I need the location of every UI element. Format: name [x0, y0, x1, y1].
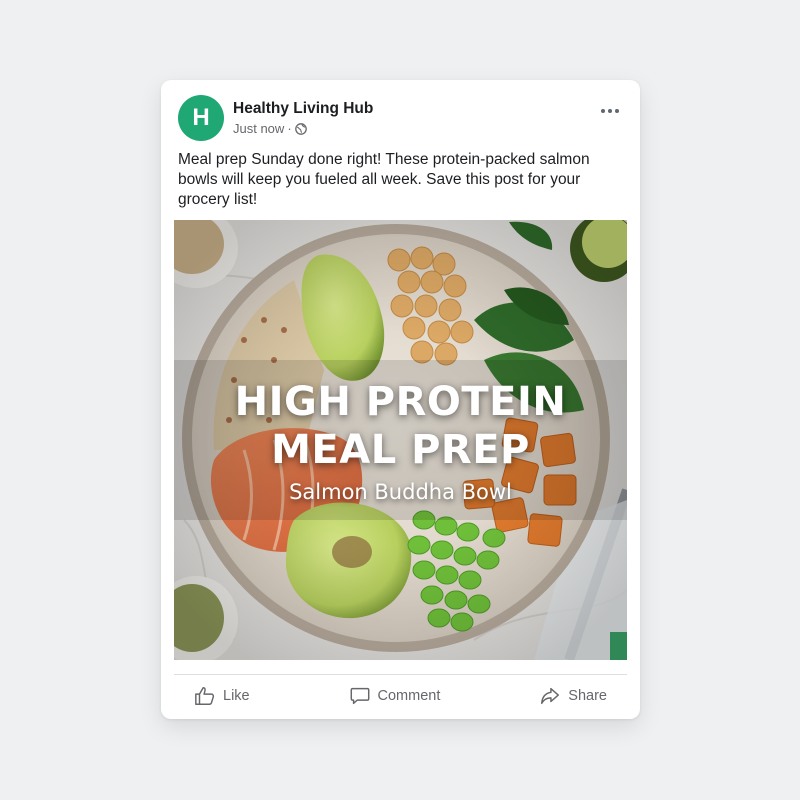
more-dots-icon	[601, 109, 605, 113]
avatar[interactable]: H	[178, 95, 224, 141]
thumbs-up-icon	[195, 687, 215, 705]
like-button[interactable]: Like	[174, 679, 270, 713]
post-image[interactable]: HIGH PROTEIN MEAL PREP Salmon Buddha Bow…	[174, 220, 627, 660]
page-name[interactable]: Healthy Living Hub	[233, 100, 373, 118]
like-label: Like	[223, 688, 250, 704]
post-actions: Like Comment Share	[174, 676, 627, 716]
meta-separator: ·	[287, 121, 292, 136]
globe-icon	[294, 122, 307, 135]
comment-button[interactable]: Comment	[329, 679, 461, 713]
post-caption: Meal prep Sunday done right! These prote…	[178, 151, 590, 208]
share-arrow-icon	[541, 687, 560, 705]
share-button[interactable]: Share	[519, 679, 627, 713]
comment-icon	[350, 687, 369, 705]
image-title-line-1: HIGH PROTEIN	[234, 379, 567, 425]
image-text-overlay: HIGH PROTEIN MEAL PREP Salmon Buddha Bow…	[174, 220, 627, 660]
image-title-line-2: MEAL PREP	[271, 427, 530, 473]
more-dots-icon	[615, 109, 619, 113]
avatar-letter: H	[192, 104, 210, 131]
post-meta: Just now ·	[233, 121, 307, 136]
timestamp[interactable]: Just now	[233, 121, 284, 136]
more-dots-icon	[608, 109, 612, 113]
comment-label: Comment	[377, 688, 441, 704]
image-subtitle: Salmon Buddha Bowl	[289, 480, 512, 504]
share-label: Share	[568, 688, 607, 704]
post-card: H Healthy Living Hub Just now · Meal pre…	[161, 80, 640, 719]
action-divider	[174, 674, 627, 675]
more-options-button[interactable]	[598, 102, 622, 120]
post-header: H Healthy Living Hub Just now ·	[161, 80, 640, 142]
